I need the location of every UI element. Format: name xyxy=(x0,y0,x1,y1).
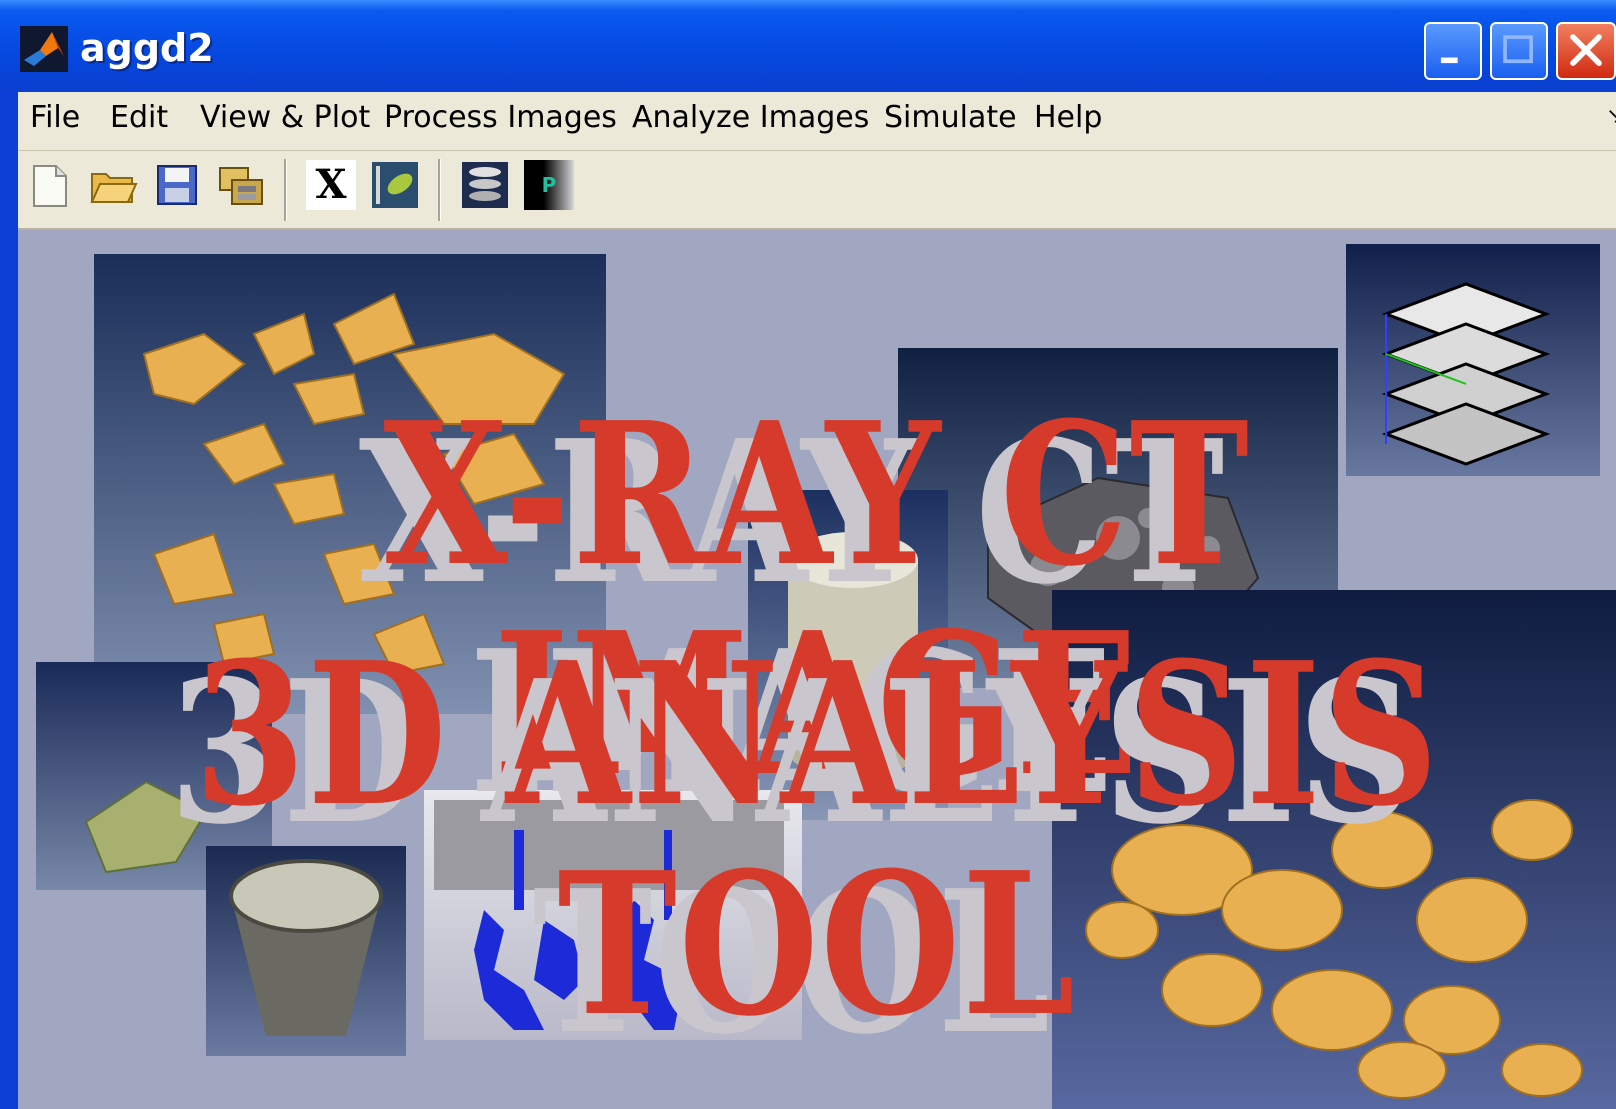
maximize-button[interactable] xyxy=(1490,22,1548,80)
title-bar[interactable]: aggd2 xyxy=(0,0,1616,90)
p-tool-button[interactable]: P xyxy=(524,160,574,210)
p-icon: P xyxy=(541,173,557,197)
maximize-icon xyxy=(1503,35,1533,64)
menu-bar: File Edit View & Plot Process Images Ana… xyxy=(18,92,1616,151)
picture-tool-icon[interactable] xyxy=(370,160,420,210)
close-button[interactable] xyxy=(1556,22,1616,80)
headline-line-2-text: 3D ANALYSIS TOOL xyxy=(193,620,1441,1060)
export-icon[interactable] xyxy=(216,160,266,210)
menu-analyze-images[interactable]: Analyze Images xyxy=(632,100,869,135)
menu-process-images[interactable]: Process Images xyxy=(384,100,617,135)
new-file-icon[interactable] xyxy=(24,160,74,210)
menu-simulate[interactable]: Simulate xyxy=(884,100,1017,135)
toolbar-separator xyxy=(438,159,441,221)
open-folder-icon[interactable] xyxy=(88,160,138,210)
minimize-button[interactable] xyxy=(1424,22,1482,80)
toolbar: X P xyxy=(18,151,1616,230)
headline-line-2: 3D ANALYSIS TOOL 3D ANALYSIS TOOL xyxy=(162,620,1472,1068)
menu-edit[interactable]: Edit xyxy=(110,100,168,135)
save-icon[interactable] xyxy=(152,160,202,210)
matlab-icon xyxy=(20,26,68,72)
close-icon xyxy=(1570,34,1602,66)
splash-canvas: X-RAY CT IMAGE X-RAY CT IMAGE 3D ANALYSI… xyxy=(18,230,1616,1109)
menu-file[interactable]: File xyxy=(30,100,80,135)
toolbar-separator xyxy=(284,159,287,221)
window-title: aggd2 xyxy=(80,26,214,70)
layers-icon[interactable] xyxy=(460,160,510,210)
minimize-icon xyxy=(1440,57,1458,64)
application-window: aggd2 File Edit View & Plot Process Imag… xyxy=(0,0,1616,1109)
menu-help[interactable]: Help xyxy=(1034,100,1102,135)
x-tool-button[interactable]: X xyxy=(306,160,356,210)
dock-arrow-icon[interactable]: ↘ xyxy=(1606,104,1616,129)
x-icon: X xyxy=(315,161,347,208)
menu-view-plot[interactable]: View & Plot xyxy=(200,100,370,135)
